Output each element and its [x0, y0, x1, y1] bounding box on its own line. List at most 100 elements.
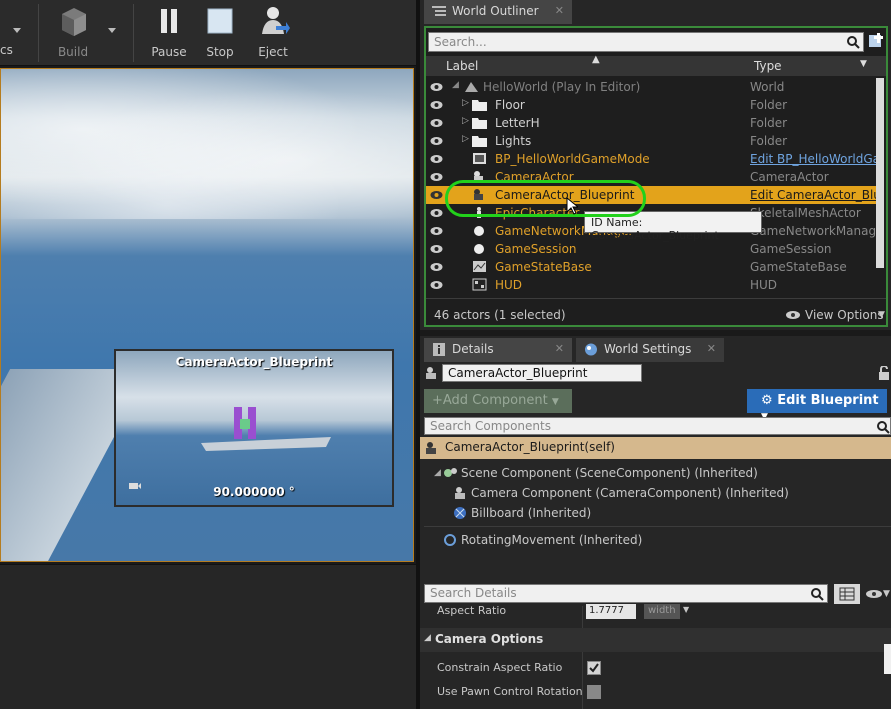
component-item[interactable]: Scene Component (SceneComponent) (Inheri…: [461, 466, 758, 480]
row-type: World: [750, 80, 785, 94]
eye-icon[interactable]: [430, 153, 443, 165]
info-icon: [433, 343, 445, 356]
outliner-row-actor[interactable]: BP_HelloWorldGameMode Edit BP_HelloWorld…: [426, 150, 878, 168]
camera-component-icon: [455, 487, 465, 499]
search-icon[interactable]: [876, 420, 890, 434]
row-label: LetterH: [495, 116, 540, 130]
actor-name-input[interactable]: CameraActor_Blueprint: [442, 364, 642, 382]
actor-count: 46 actors (1 selected): [434, 308, 566, 322]
row-type: Folder: [750, 98, 788, 112]
eye-icon[interactable]: [430, 171, 443, 183]
constrain-aspect-checkbox[interactable]: [587, 661, 601, 675]
column-label[interactable]: Label: [446, 59, 478, 73]
component-item[interactable]: Camera Component (CameraComponent) (Inhe…: [471, 486, 789, 500]
level-viewport[interactable]: CameraActor_Blueprint 90.000000 °: [0, 68, 414, 562]
aspect-ratio-label: Aspect Ratio: [437, 604, 507, 617]
view-options-button[interactable]: View Options: [805, 308, 884, 322]
row-label: GameSession: [495, 242, 577, 256]
game-state-icon: [473, 261, 486, 272]
outliner-row-folder[interactable]: ▷ Lights Folder: [426, 132, 878, 150]
preview-scene-icon: [201, 407, 331, 451]
details-scrollbar[interactable]: [884, 644, 891, 674]
aspect-ratio-value: 1.7777: [589, 605, 624, 616]
eye-icon[interactable]: [430, 81, 443, 93]
eye-icon[interactable]: [430, 261, 443, 273]
eject-button[interactable]: Eject: [252, 4, 294, 59]
edit-blueprint-button[interactable]: ⚙ Edit Blueprint ▼: [747, 389, 887, 422]
outliner-scrollbar[interactable]: [876, 78, 884, 268]
chevron-down-icon[interactable]: ▼: [683, 605, 689, 614]
component-item[interactable]: RotatingMovement (Inherited): [461, 533, 642, 547]
eye-icon[interactable]: [430, 279, 443, 291]
constrain-aspect-label: Constrain Aspect Ratio: [437, 661, 563, 674]
tab-world-outliner[interactable]: World Outliner ✕: [424, 0, 572, 24]
expand-arrow-icon[interactable]: ▷: [462, 98, 469, 108]
row-type: GameSession: [750, 242, 832, 256]
folder-icon: [472, 100, 487, 111]
component-divider: [424, 526, 891, 527]
outliner-row-actor[interactable]: GameStateBase GameStateBase: [426, 258, 878, 276]
outliner-row-actor[interactable]: GameSession GameSession: [426, 240, 878, 258]
search-components-input[interactable]: Search Components: [424, 417, 891, 435]
outliner-row-folder[interactable]: ▷ LetterH Folder: [426, 114, 878, 132]
column-type[interactable]: Type: [754, 59, 782, 73]
row-label: BP_HelloWorldGameMode: [495, 152, 650, 166]
eye-icon[interactable]: [430, 225, 443, 237]
pause-label: Pause: [151, 45, 187, 59]
build-icon: [62, 8, 86, 36]
stop-button[interactable]: Stop: [200, 4, 240, 59]
camera-preview-title: CameraActor_Blueprint: [175, 355, 333, 369]
eye-icon[interactable]: [430, 117, 443, 129]
pause-icon: [161, 9, 177, 33]
chevron-down-icon[interactable]: ▼: [878, 310, 885, 320]
lock-icon[interactable]: [878, 366, 890, 380]
eye-icon[interactable]: [430, 189, 443, 201]
eye-icon[interactable]: [430, 135, 443, 147]
search-components-placeholder: Search Components: [430, 419, 551, 433]
eye-icon[interactable]: [865, 589, 883, 599]
close-icon[interactable]: ✕: [555, 342, 564, 355]
add-actor-icon[interactable]: [868, 32, 886, 50]
search-icon[interactable]: [810, 587, 824, 601]
expand-arrow-icon[interactable]: ◢: [434, 468, 441, 478]
stop-icon: [207, 8, 233, 34]
gear-icon: ⚙: [761, 393, 773, 408]
close-icon[interactable]: ✕: [707, 342, 716, 355]
aspect-ratio-input[interactable]: 1.7777: [586, 604, 636, 619]
outliner-row-folder[interactable]: ▷ Floor Folder: [426, 96, 878, 114]
expand-arrow-icon[interactable]: ▷: [462, 116, 469, 126]
build-dropdown-icon[interactable]: [108, 28, 116, 33]
aspect-unit-dropdown[interactable]: width: [644, 604, 680, 619]
eye-icon[interactable]: [430, 207, 443, 219]
camera-preview-angle: 90.000000 °: [213, 485, 295, 499]
row-type: Folder: [750, 134, 788, 148]
tab-details[interactable]: Details ✕: [424, 338, 572, 362]
mouse-cursor-icon: [566, 197, 578, 215]
component-self-row[interactable]: CameraActor_Blueprint(self): [420, 437, 891, 459]
use-pawn-control-checkbox[interactable]: [587, 685, 601, 699]
component-item[interactable]: Billboard (Inherited): [471, 506, 591, 520]
chevron-down-icon[interactable]: [13, 28, 21, 33]
close-icon[interactable]: ✕: [555, 4, 564, 17]
outliner-row-actor[interactable]: HUD HUD: [426, 276, 878, 294]
column-menu-icon[interactable]: ▼: [860, 59, 867, 69]
chevron-down-icon[interactable]: ▼: [883, 589, 890, 599]
eye-icon[interactable]: [430, 243, 443, 255]
property-matrix-button[interactable]: [834, 584, 860, 604]
row-type-link[interactable]: Edit CameraActor_Blu: [750, 188, 876, 202]
add-component-button[interactable]: +Add Component ▼: [424, 389, 572, 413]
search-details-input[interactable]: Search Details: [424, 584, 828, 603]
eye-icon[interactable]: [430, 99, 443, 111]
tab-world-settings[interactable]: World Settings ✕: [576, 338, 724, 362]
outliner-icon: [432, 6, 446, 16]
search-icon[interactable]: [846, 35, 860, 49]
outliner-row-world[interactable]: ◢ HelloWorld (Play In Editor) World: [426, 78, 878, 96]
pause-button[interactable]: Pause: [148, 4, 190, 59]
outliner-search-input[interactable]: Search...: [428, 32, 864, 52]
camera-options-category[interactable]: ◢ Camera Options: [420, 628, 891, 652]
build-button[interactable]: Build: [50, 4, 96, 59]
toolbar-partial-label: cs: [0, 43, 13, 57]
expand-arrow-icon[interactable]: ▷: [462, 134, 469, 144]
expand-arrow-icon[interactable]: ◢: [452, 80, 459, 90]
row-type-link[interactable]: Edit BP_HelloWorldGa: [750, 152, 876, 166]
